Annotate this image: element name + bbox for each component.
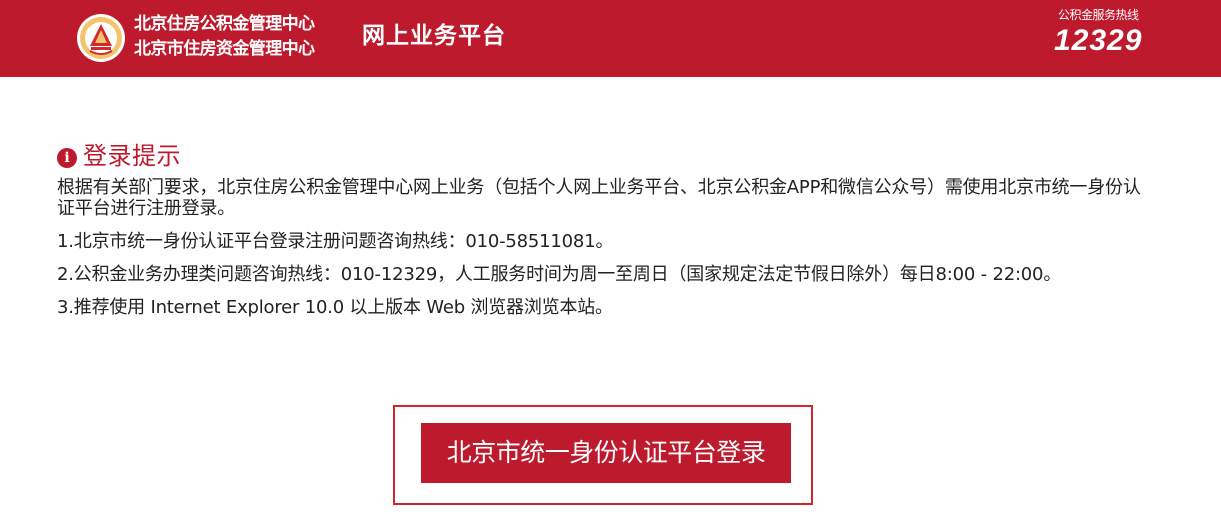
notice-item-3: 3.推荐使用 Internet Explorer 10.0 以上版本 Web 浏… xyxy=(57,297,613,318)
unified-identity-login-button[interactable]: 北京市统一身份认证平台登录 xyxy=(421,423,791,483)
login-notice: i 登录提示 根据有关部门要求，北京住房公积金管理中心网上业务（包括个人网上业务… xyxy=(57,140,1147,318)
top-header-bar: 北京住房公积金管理中心 北京市住房资金管理中心 网上业务平台 公积金服务热线 1… xyxy=(0,0,1221,77)
hotline-number: 12329 xyxy=(1054,24,1143,57)
hotline-label: 公积金服务热线 xyxy=(1058,8,1139,22)
notice-title: 登录提示 xyxy=(83,142,181,170)
notice-intro: 根据有关部门要求，北京住房公积金管理中心网上业务（包括个人网上业务平台、北京公积… xyxy=(57,177,1141,219)
notice-item-2: 2.公积金业务办理类问题咨询热线：010-12329，人工服务时间为周一至周日（… xyxy=(57,264,1062,285)
org-name-line2: 北京市住房资金管理中心 xyxy=(134,39,315,59)
notice-item-1: 1.北京市统一身份认证平台登录注册问题咨询热线：010-58511081。 xyxy=(57,231,614,252)
organization-names: 北京住房公积金管理中心 北京市住房资金管理中心 xyxy=(134,12,315,62)
notice-body: 根据有关部门要求，北京住房公积金管理中心网上业务（包括个人网上业务平台、北京公积… xyxy=(57,177,1147,318)
housing-fund-emblem-icon[interactable] xyxy=(76,13,126,63)
info-icon: i xyxy=(57,147,77,168)
org-name-line1: 北京住房公积金管理中心 xyxy=(134,14,315,34)
notice-heading: i 登录提示 xyxy=(57,140,1147,172)
platform-title: 网上业务平台 xyxy=(362,22,506,49)
